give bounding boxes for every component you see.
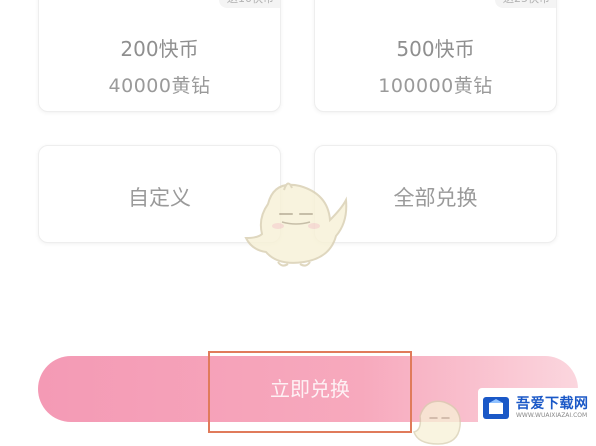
option-diamond-cost: 40000黄钻: [108, 75, 211, 97]
option-diamond-cost: 100000黄钻: [378, 75, 493, 97]
site-watermark: 吾爱下载网 WWW.WUAIXIAZAI.COM: [478, 388, 592, 432]
option-card-500[interactable]: 送25快币 500快币 100000黄钻: [314, 0, 557, 112]
mascot-icon: [244, 182, 348, 267]
blue-box-logo-icon: [483, 397, 509, 419]
watermark-url: WWW.WUAIXIAZAI.COM: [516, 412, 588, 419]
exchange-all-card[interactable]: 全部兑换: [314, 145, 557, 243]
bonus-tag: 送10快币: [219, 0, 280, 8]
exchange-page: 送10快币 200快币 40000黄钻 送25快币 500快币 100000黄钻…: [0, 0, 596, 446]
option-card-200[interactable]: 送10快币 200快币 40000黄钻: [38, 0, 281, 112]
option-coin-amount: 500快币: [396, 37, 475, 61]
exchange-all-label: 全部兑换: [393, 186, 478, 210]
watermark-title: 吾爱下载网: [516, 396, 589, 412]
mascot-small-icon: [413, 400, 461, 445]
option-coin-amount: 200快币: [120, 37, 199, 61]
highlight-frame: [208, 351, 412, 433]
bonus-tag: 送25快币: [495, 0, 556, 8]
